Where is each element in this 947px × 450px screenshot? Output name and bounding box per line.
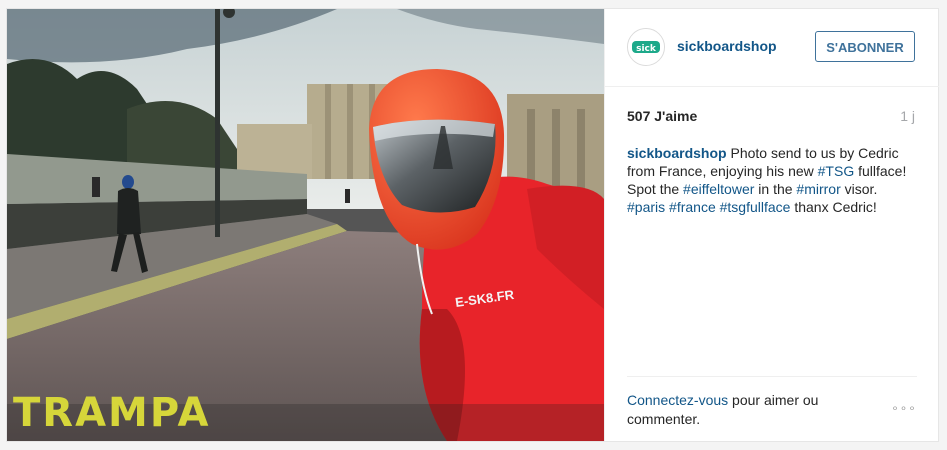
hashtag-mirror[interactable]: #mirror [796,181,840,197]
caption-text: thanx Cedric! [790,199,877,215]
follow-button[interactable]: S'ABONNER [815,31,915,62]
login-link[interactable]: Connectez-vous [627,392,728,408]
post-footer: Connectez-vous pour aimer ou commenter. … [627,376,917,439]
more-options-icon[interactable]: ∘∘∘ [891,401,917,415]
post-card: E-SK8.FR TRAMPA sick sickboardshop S'ABO… [6,8,939,442]
post-header: sick sickboardshop S'ABONNER [605,9,939,87]
post-time[interactable]: 1 j [900,108,915,124]
caption-username[interactable]: sickboardshop [627,145,727,161]
hashtag-paris[interactable]: #paris [627,199,665,215]
photo-illustration: E-SK8.FR TRAMPA [7,9,604,441]
post-sidebar: sick sickboardshop S'ABONNER 507 J'aime … [604,9,939,441]
hashtag-eiffeltower[interactable]: #eiffeltower [683,181,754,197]
hashtag-france[interactable]: #france [669,199,716,215]
sickboardshop-logo-icon: sick [628,29,664,65]
trampa-watermark: TRAMPA [13,390,210,436]
post-caption: sickboardshop Photo send to us by Cedric… [627,144,917,216]
login-prompt: Connectez-vous pour aimer ou commenter. [627,391,857,429]
caption-text: in the [754,181,797,197]
avatar[interactable]: sick [627,28,665,66]
username-link[interactable]: sickboardshop [677,38,777,54]
hashtag-tsgfullface[interactable]: #tsgfullface [720,199,791,215]
hashtag-tsg[interactable]: #TSG [818,163,855,179]
caption-text: visor. [840,181,878,197]
likes-count[interactable]: 507 J'aime [627,108,697,124]
avatar-logo-text: sick [636,44,657,54]
post-photo[interactable]: E-SK8.FR TRAMPA [7,9,604,441]
